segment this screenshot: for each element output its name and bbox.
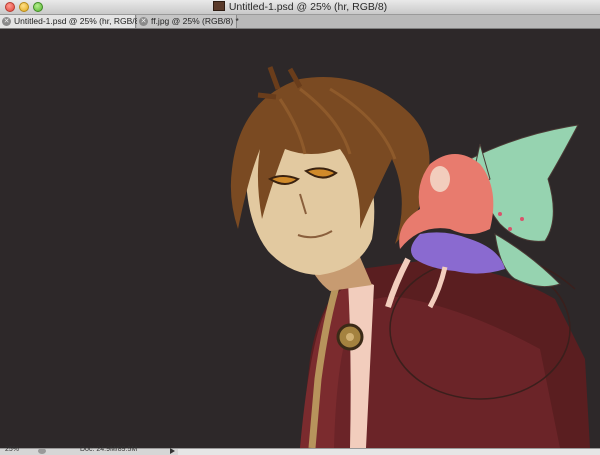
tab-label: Untitled-1.psd @ 25% (hr, RGB/8) <box>14 16 143 26</box>
window-title: Untitled-1.psd @ 25% (hr, RGB/8) <box>0 0 600 15</box>
title-bar: Untitled-1.psd @ 25% (hr, RGB/8) <box>0 0 600 15</box>
tab-ff-jpg[interactable]: ✕ ff.jpg @ 25% (RGB/8) * <box>137 15 239 28</box>
document-tab-bar: ✕ Untitled-1.psd @ 25% (hr, RGB/8) ✕ ff.… <box>0 15 600 29</box>
close-icon[interactable]: ✕ <box>139 17 148 26</box>
document-proxy-icon[interactable] <box>212 1 225 11</box>
artwork-illustration <box>230 66 590 448</box>
status-menu-arrow-icon[interactable] <box>170 448 175 454</box>
tab-label: ff.jpg @ 25% (RGB/8) * <box>151 16 239 26</box>
window-title-text: Untitled-1.psd @ 25% (hr, RGB/8) <box>228 1 388 13</box>
tab-untitled-1[interactable]: ✕ Untitled-1.psd @ 25% (hr, RGB/8) <box>0 15 142 28</box>
document-size-info[interactable]: Doc: 24.9M/89.5M <box>80 446 137 453</box>
horizontal-scrollbar[interactable] <box>178 449 600 455</box>
status-bar: 25% Doc: 24.9M/89.5M <box>0 446 600 455</box>
close-icon[interactable]: ✕ <box>2 17 11 26</box>
fairy-face <box>430 166 450 192</box>
zoom-field-icon[interactable] <box>38 448 46 454</box>
zoom-level[interactable]: 25% <box>5 446 19 453</box>
document-canvas[interactable] <box>0 29 600 448</box>
